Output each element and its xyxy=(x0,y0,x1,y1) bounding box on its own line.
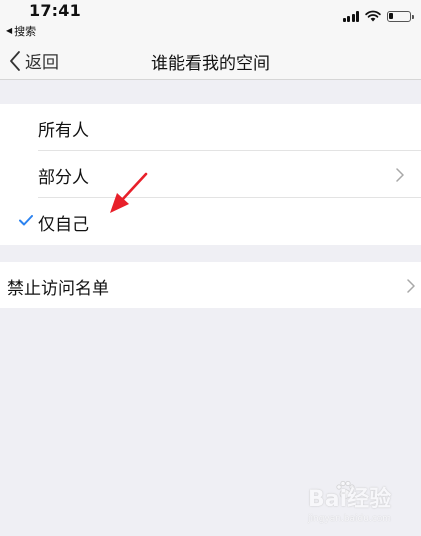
page-title: 谁能看我的空间 xyxy=(151,54,270,74)
option-some-people[interactable]: 部分人 xyxy=(0,151,421,198)
block-list-group: 禁止访问名单 xyxy=(0,262,421,308)
status-time: 17:41 xyxy=(29,1,81,20)
option-everyone[interactable]: 所有人 xyxy=(0,104,421,151)
block-list-label: 禁止访问名单 xyxy=(7,279,109,299)
chevron-right-icon xyxy=(407,279,415,293)
return-to-app-link[interactable]: ◀ 搜索 xyxy=(6,23,36,39)
option-label: 部分人 xyxy=(38,168,89,188)
watermark-url: jingyan.baidu.com xyxy=(308,514,392,524)
block-list-row[interactable]: 禁止访问名单 xyxy=(0,262,421,308)
return-app-label: 搜索 xyxy=(14,25,37,38)
cellular-signal-icon xyxy=(342,10,359,22)
status-icons xyxy=(342,10,414,22)
wifi-icon xyxy=(365,10,381,22)
checkmark-icon xyxy=(19,215,33,226)
status-bar: 17:41 ◀ 搜索 xyxy=(0,0,421,40)
back-triangle-icon: ◀ xyxy=(6,26,13,35)
watermark: Bai经验 jingyan.baidu.com xyxy=(290,476,415,530)
battery-icon xyxy=(387,10,414,22)
option-label: 仅自己 xyxy=(38,215,89,235)
chevron-right-icon xyxy=(396,168,404,182)
watermark-brand: Bai经验 xyxy=(308,487,392,512)
option-only-me[interactable]: 仅自己 xyxy=(0,198,421,245)
navigation-bar: 返回 谁能看我的空间 xyxy=(0,40,421,80)
option-label: 所有人 xyxy=(38,121,89,141)
visibility-options-group: 所有人 部分人 仅自己 xyxy=(0,104,421,245)
annotation-arrow-icon xyxy=(110,172,148,213)
